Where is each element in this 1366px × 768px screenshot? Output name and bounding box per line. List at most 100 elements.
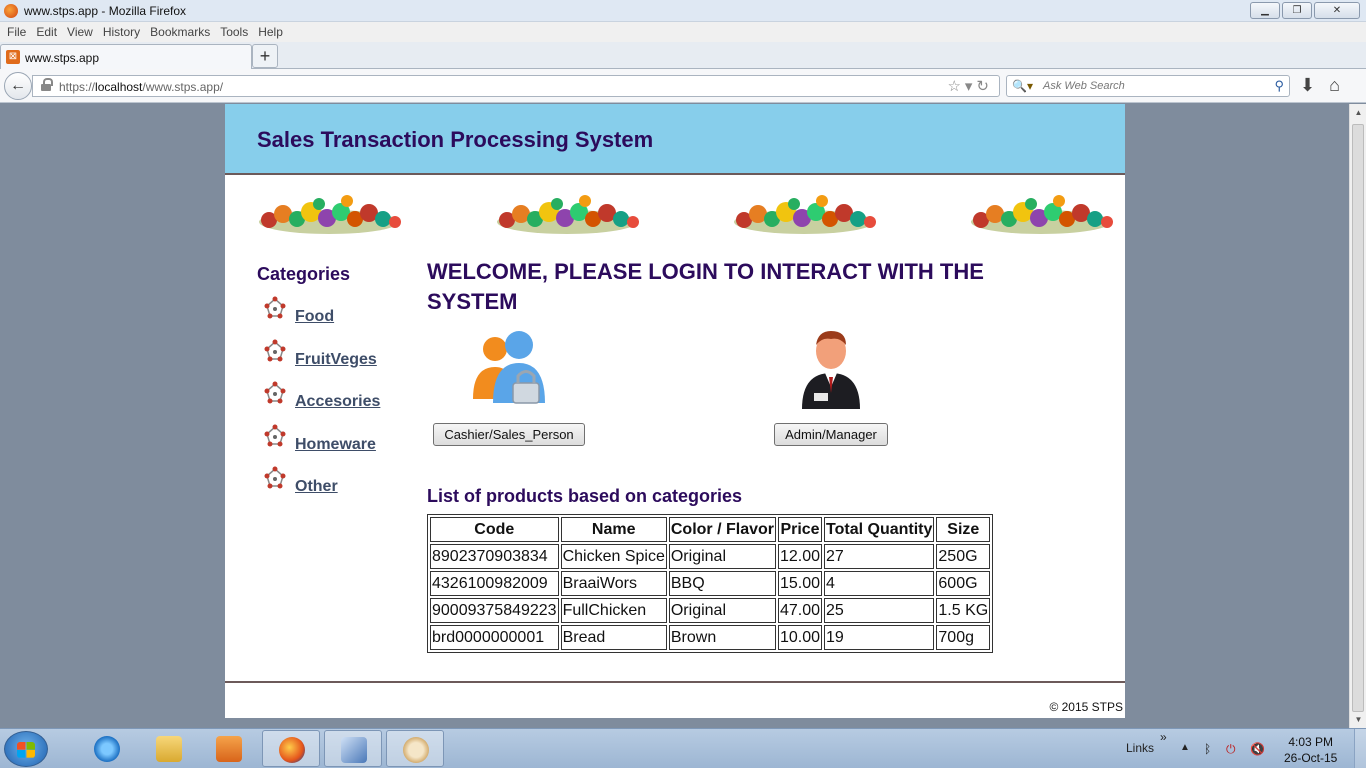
taskbar-firefox[interactable] bbox=[262, 730, 320, 767]
cell-size: 700g bbox=[936, 625, 991, 650]
vegetables-banner-image bbox=[495, 192, 639, 238]
menu-help[interactable]: Help bbox=[253, 22, 288, 42]
dropdown-icon[interactable]: ▾ bbox=[965, 78, 977, 95]
menu-file[interactable]: File bbox=[2, 22, 31, 42]
cell-code: brd0000000001 bbox=[430, 625, 559, 650]
url-bar[interactable]: https://localhost/www.stps.app/ ☆▾↻ bbox=[32, 75, 1000, 97]
menu-bar: File Edit View History Bookmarks Tools H… bbox=[0, 22, 1366, 42]
scrollbar-thumb[interactable] bbox=[1352, 124, 1364, 712]
cell-code: 90009375849223 bbox=[430, 598, 559, 623]
cell-name: Chicken Spice bbox=[560, 544, 667, 569]
page-viewport: Sales Transaction Processing System Cate… bbox=[0, 104, 1349, 728]
back-button[interactable]: ← bbox=[4, 72, 32, 100]
taskbar-file-explorer[interactable] bbox=[140, 730, 198, 767]
search-placeholder: Ask Web Search bbox=[1043, 80, 1125, 92]
search-bar[interactable]: 🔍▾ Ask Web Search ⚲ bbox=[1006, 75, 1290, 97]
show-desktop-button[interactable] bbox=[1354, 729, 1366, 768]
category-link-other[interactable]: Other bbox=[295, 478, 338, 496]
category-link-homeware[interactable]: Homeware bbox=[295, 436, 376, 454]
downloads-icon[interactable]: ⬇ bbox=[1300, 75, 1329, 95]
new-tab-button[interactable]: + bbox=[252, 44, 278, 68]
vertical-scrollbar[interactable]: ▲ ▼ bbox=[1349, 104, 1366, 728]
bluetooth-icon[interactable]: ᛒ bbox=[1204, 742, 1216, 756]
menu-tools[interactable]: Tools bbox=[215, 22, 253, 42]
products-heading: List of products based on categories bbox=[427, 486, 743, 506]
cell-name: FullChicken bbox=[560, 598, 667, 623]
cell-price: 47.00 bbox=[777, 598, 823, 623]
category-link-food[interactable]: Food bbox=[295, 308, 334, 326]
taskbar-internet-explorer[interactable] bbox=[78, 730, 136, 767]
users-lock-icon bbox=[473, 331, 545, 404]
vegetables-banner-image bbox=[257, 192, 401, 238]
search-engine-icon[interactable]: 🔍▾ bbox=[1012, 79, 1033, 93]
cell-price: 10.00 bbox=[777, 625, 823, 650]
taskbar-paint[interactable] bbox=[386, 730, 444, 767]
footer-copyright: © 2015 STPS bbox=[1049, 700, 1123, 714]
tab-stps[interactable]: ⊠ www.stps.app bbox=[0, 44, 252, 69]
vegetables-banner-image bbox=[969, 192, 1113, 238]
vegetables-banner-image bbox=[732, 192, 876, 238]
category-item-homeware[interactable]: Homeware bbox=[257, 423, 417, 466]
close-button[interactable]: ✕ bbox=[1314, 2, 1360, 19]
links-toolbar[interactable]: Links bbox=[1126, 741, 1154, 755]
cell-color-flavor: Original bbox=[668, 544, 776, 569]
site-header: Sales Transaction Processing System bbox=[225, 104, 1125, 175]
lock-icon bbox=[41, 78, 53, 91]
cell-code: 8902370903834 bbox=[430, 544, 559, 569]
categories-sidebar: Categories Food FruitVeges Accesories Ho… bbox=[257, 264, 417, 508]
bookmark-star-icon[interactable]: ☆ bbox=[947, 78, 964, 95]
search-magnifier-icon[interactable]: ⚲ bbox=[1274, 78, 1284, 94]
categories-heading: Categories bbox=[257, 264, 351, 284]
volume-muted-icon[interactable]: 🔇 bbox=[1250, 742, 1265, 756]
window-titlebar: www.stps.app - Mozilla Firefox ▁ ❐ ✕ bbox=[0, 0, 1366, 22]
category-item-food[interactable]: Food bbox=[257, 295, 417, 338]
minimize-button[interactable]: ▁ bbox=[1250, 2, 1280, 19]
maximize-button[interactable]: ❐ bbox=[1282, 2, 1312, 19]
tab-label: www.stps.app bbox=[25, 51, 100, 65]
cashier-login-button[interactable]: Cashier/Sales_Person bbox=[433, 423, 585, 446]
category-link-accesories[interactable]: Accesories bbox=[295, 393, 380, 411]
menu-view[interactable]: View bbox=[62, 22, 98, 42]
links-chevron-icon[interactable]: » bbox=[1160, 730, 1167, 744]
column-header-size: Size bbox=[936, 517, 991, 542]
site-container: Sales Transaction Processing System Cate… bbox=[225, 104, 1125, 718]
cell-name: Bread bbox=[560, 625, 667, 650]
tab-bar: ⊠ www.stps.app + bbox=[0, 42, 1366, 69]
category-item-other[interactable]: Other bbox=[257, 465, 417, 508]
cell-total-quantity: 25 bbox=[824, 598, 935, 623]
site-title: Sales Transaction Processing System bbox=[257, 127, 654, 152]
navigation-bar: ← https://localhost/www.stps.app/ ☆▾↻ 🔍▾… bbox=[0, 69, 1366, 103]
scroll-up-arrow-icon[interactable]: ▲ bbox=[1350, 104, 1366, 121]
category-link-fruitveges[interactable]: FruitVeges bbox=[295, 351, 377, 369]
products-table: Code Name Color / Flavor Price Total Qua… bbox=[427, 514, 994, 653]
menu-edit[interactable]: Edit bbox=[31, 22, 62, 42]
column-header-total-quantity: Total Quantity bbox=[824, 517, 935, 542]
show-hidden-icons-icon[interactable]: ▲ bbox=[1180, 742, 1190, 753]
cell-total-quantity: 27 bbox=[824, 544, 935, 569]
footer-divider bbox=[225, 681, 1125, 683]
home-icon[interactable]: ⌂ bbox=[1329, 75, 1354, 95]
scroll-down-arrow-icon[interactable]: ▼ bbox=[1350, 711, 1366, 728]
network-icon bbox=[264, 296, 286, 319]
window-title: www.stps.app - Mozilla Firefox bbox=[24, 4, 187, 18]
reload-icon[interactable]: ↻ bbox=[976, 78, 993, 95]
paint-palette-icon bbox=[403, 737, 429, 763]
internet-explorer-icon bbox=[94, 736, 120, 762]
menu-history[interactable]: History bbox=[98, 22, 145, 42]
cell-size: 1.5 KG bbox=[936, 598, 991, 623]
admin-login-block: Admin/Manager bbox=[771, 327, 891, 446]
power-icon[interactable]: ⏻ bbox=[1226, 742, 1238, 756]
taskbar-media-player[interactable] bbox=[200, 730, 258, 767]
admin-login-button[interactable]: Admin/Manager bbox=[774, 423, 888, 446]
menu-bookmarks[interactable]: Bookmarks bbox=[145, 22, 215, 42]
start-button[interactable] bbox=[4, 731, 48, 767]
category-item-accesories[interactable]: Accesories bbox=[257, 380, 417, 423]
taskbar-virtualbox[interactable] bbox=[324, 730, 382, 767]
taskbar-clock[interactable]: 4:03 PM 26-Oct-15 bbox=[1284, 734, 1337, 766]
column-header-price: Price bbox=[777, 517, 823, 542]
table-row: 8902370903834 Chicken Spice Original 12.… bbox=[430, 544, 991, 569]
category-item-fruitveges[interactable]: FruitVeges bbox=[257, 338, 417, 381]
clock-time: 4:03 PM bbox=[1288, 735, 1334, 749]
table-row: 4326100982009 BraaiWors BBQ 15.00 4 600G bbox=[430, 571, 991, 596]
cell-code: 4326100982009 bbox=[430, 571, 559, 596]
